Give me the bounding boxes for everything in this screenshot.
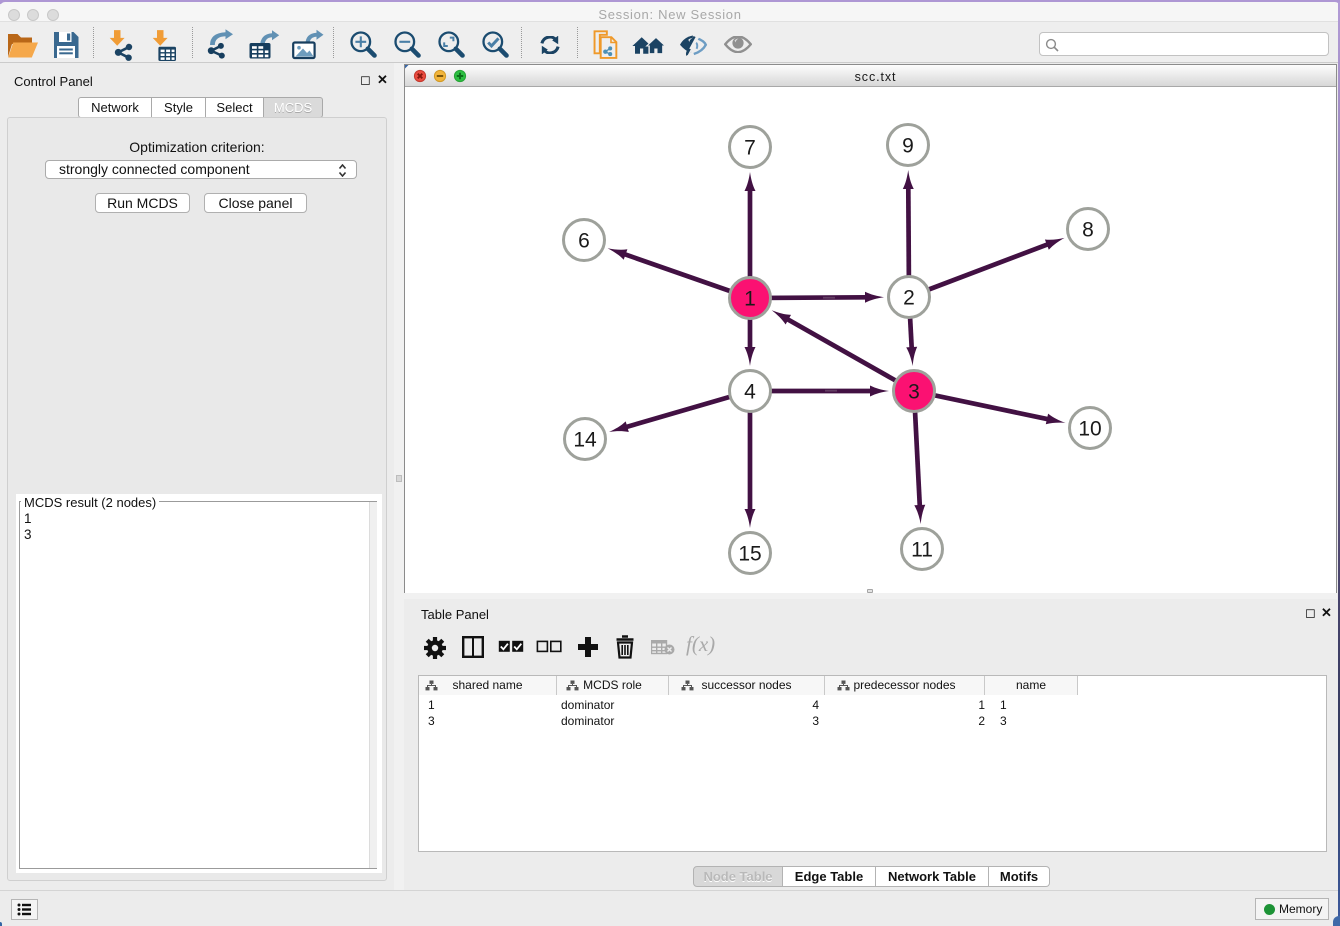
svg-text:14: 14 [573, 429, 597, 452]
svg-text:6: 6 [578, 230, 590, 253]
svg-text:7: 7 [744, 137, 756, 160]
svg-text:8: 8 [1082, 219, 1094, 242]
svg-text:1: 1 [744, 288, 756, 311]
svg-text:15: 15 [738, 543, 761, 566]
svg-text:4: 4 [744, 381, 756, 404]
svg-text:9: 9 [902, 135, 914, 158]
svg-text:2: 2 [903, 287, 915, 310]
svg-text:11: 11 [911, 539, 933, 562]
svg-text:10: 10 [1078, 418, 1101, 441]
svg-text:3: 3 [908, 381, 920, 404]
